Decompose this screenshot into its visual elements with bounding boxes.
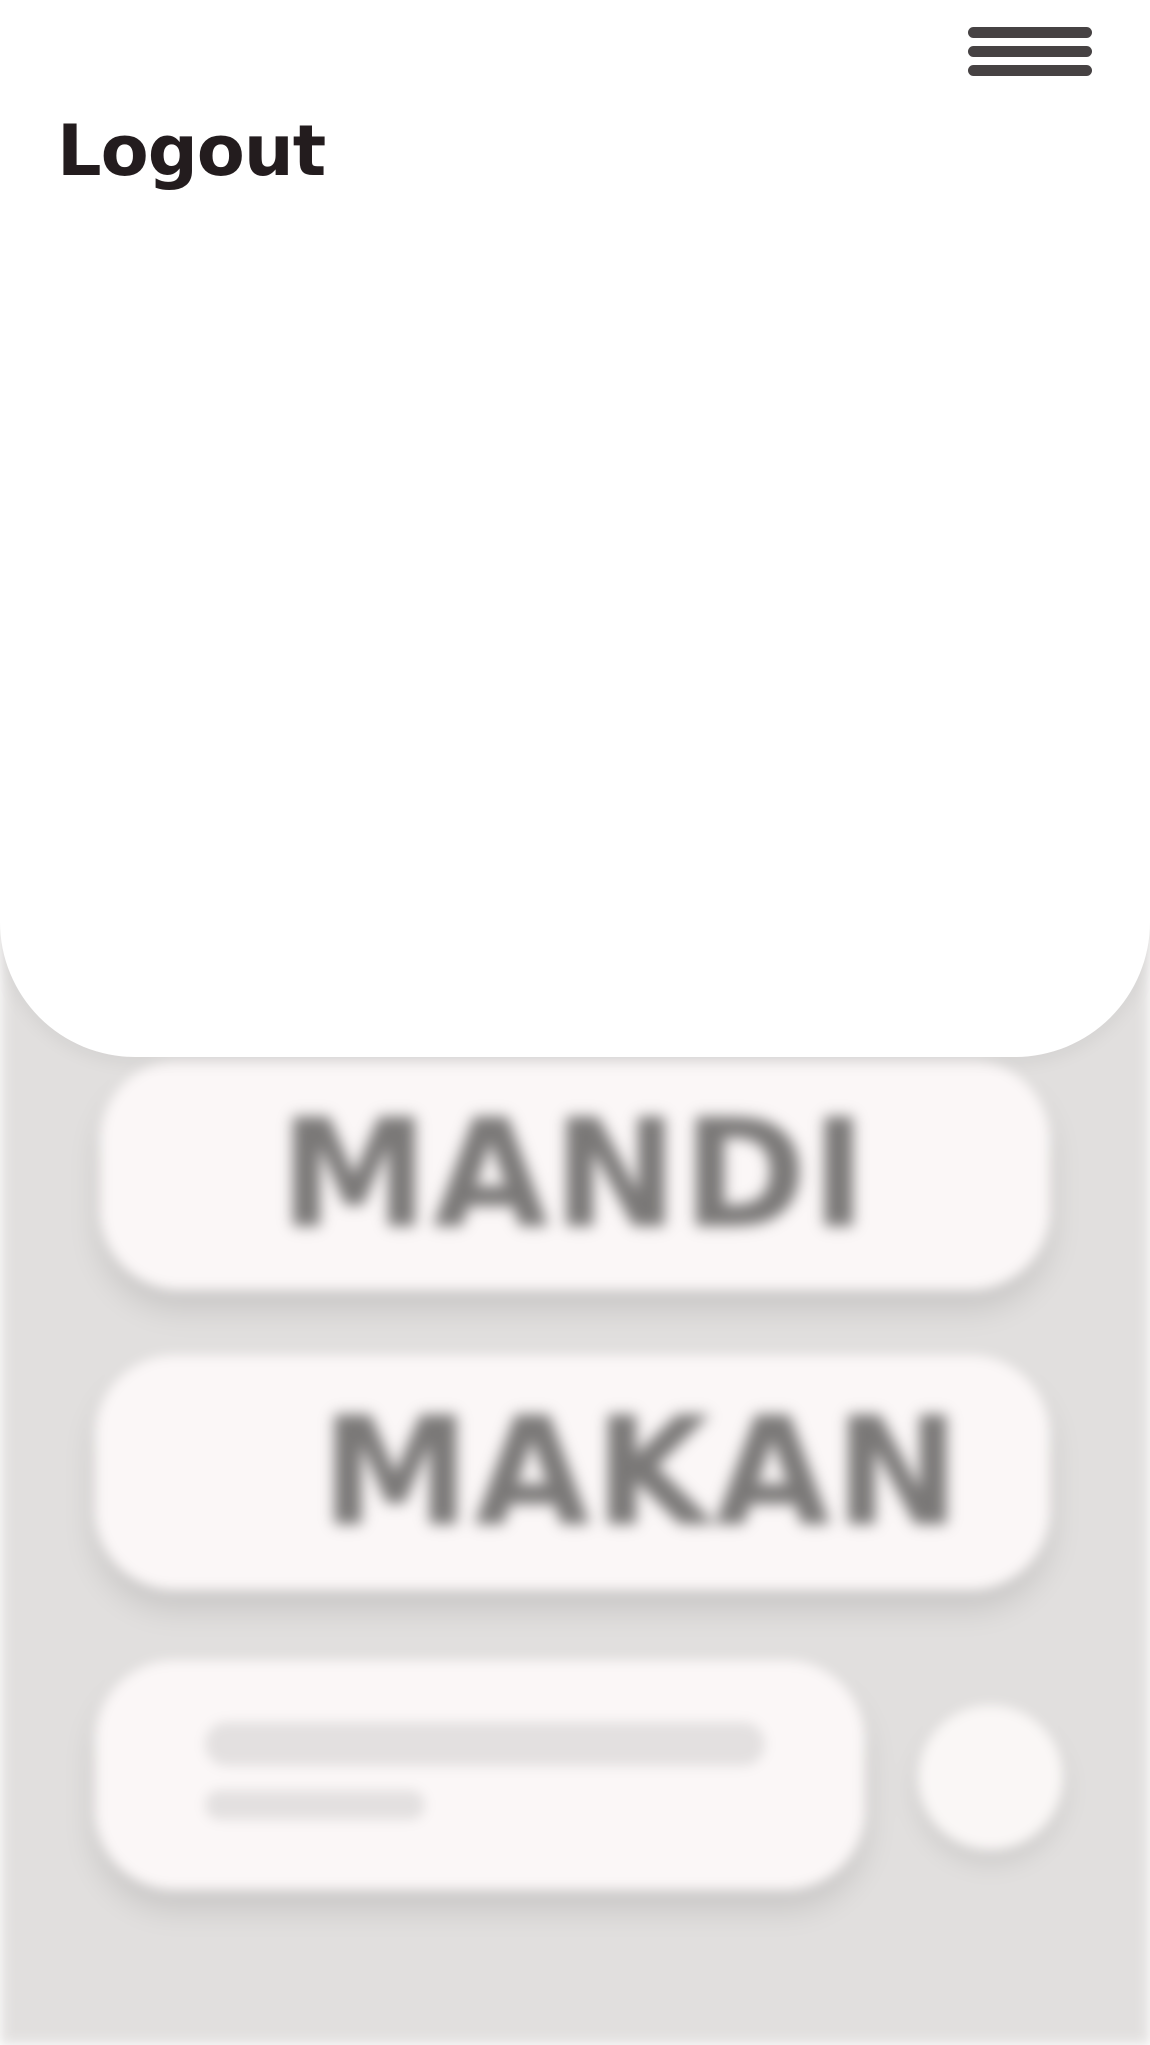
menu-drawer: Logout xyxy=(0,0,1150,1057)
placeholder-line xyxy=(205,1790,425,1820)
round-button xyxy=(918,1705,1063,1850)
hamburger-menu-icon[interactable] xyxy=(968,22,1094,82)
menu-line xyxy=(968,27,1092,38)
logout-link[interactable]: Logout xyxy=(57,110,326,192)
makan-button-label: MAKAN xyxy=(320,1385,965,1560)
menu-line xyxy=(968,65,1092,76)
placeholder-line xyxy=(205,1722,765,1766)
mandi-button: MANDI xyxy=(100,1060,1050,1290)
menu-line xyxy=(968,46,1092,57)
makan-button: MAKAN xyxy=(95,1355,1050,1590)
input-card xyxy=(95,1660,865,1890)
mandi-button-label: MANDI xyxy=(279,1088,871,1262)
